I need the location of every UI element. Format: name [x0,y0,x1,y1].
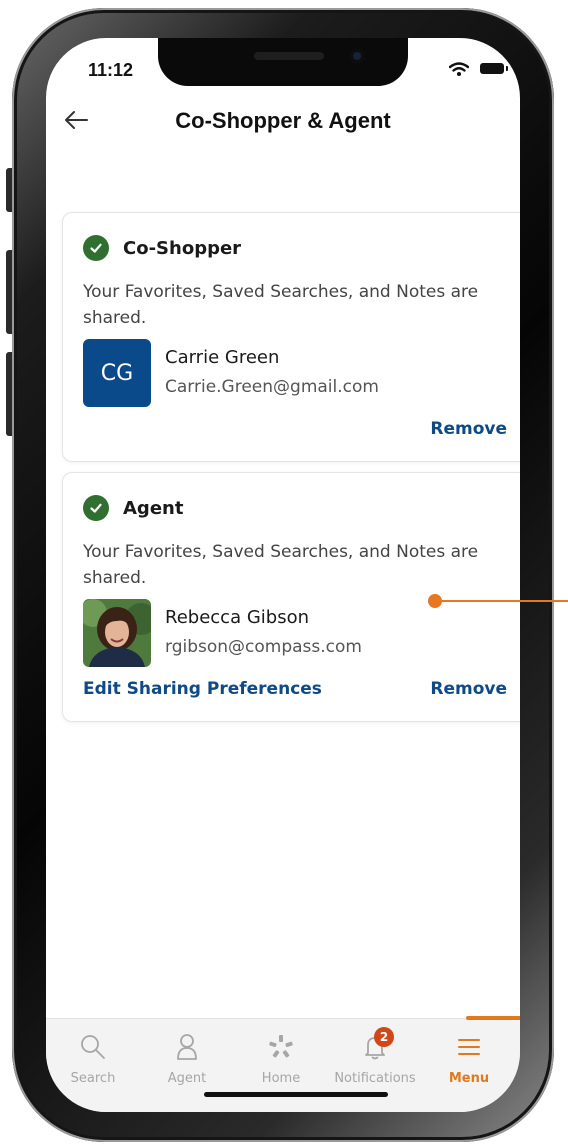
avatar-initials: CG [100,360,134,386]
remove-agent-link[interactable]: Remove [430,679,507,699]
tab-label: Home [261,1071,301,1086]
silent-switch [6,168,12,212]
person-name: Rebecca Gibson [165,607,309,628]
tab-label: Notifications [334,1071,416,1086]
volume-down-button [6,352,12,436]
card-title: Co-Shopper [123,237,242,259]
tab-label: Agent [167,1071,207,1086]
notification-badge: 2 [374,1027,394,1047]
battery-icon [480,63,508,74]
card-title: Agent [123,497,184,519]
co-shopper-card: Co-Shopper Your Favorites, Saved Searche… [62,212,520,462]
avatar: CG [83,339,151,407]
tab-menu[interactable]: Menu [422,1019,516,1109]
status-time: 11:12 [88,60,134,80]
home-logo-icon [269,1035,293,1058]
check-circle-icon [83,235,109,261]
search-icon [81,1035,105,1059]
phone-screen: 11:12 Co-Shopper & Agent Co-Shopper Your… [46,38,520,1112]
card-header: Agent [83,495,183,521]
volume-up-button [6,250,12,334]
edit-sharing-preferences-link[interactable]: Edit Sharing Preferences [83,679,322,699]
tab-label: Menu [448,1071,490,1086]
card-description: Your Favorites, Saved Searches, and Note… [83,282,479,328]
annotation-line [440,600,568,602]
notch [158,38,408,86]
person-email: Carrie.Green@gmail.com [165,377,379,397]
menu-icon [458,1039,480,1055]
tab-search[interactable]: Search [46,1019,140,1109]
tab-bar: Search Agent Home 2 Notifications Menu [46,1016,520,1112]
check-circle-icon [83,495,109,521]
card-description: Your Favorites, Saved Searches, and Note… [83,542,479,588]
page-title: Co-Shopper & Agent [175,108,391,133]
person-email: rgibson@compass.com [165,637,362,657]
person-icon [177,1034,197,1060]
agent-card: Agent Your Favorites, Saved Searches, an… [62,472,520,722]
speaker-grille [254,52,324,60]
home-indicator [204,1092,388,1097]
wifi-icon [449,62,469,76]
card-header: Co-Shopper [83,235,241,261]
agent-photo [83,599,151,667]
tab-label: Search [70,1071,116,1086]
remove-co-shopper-link[interactable]: Remove [430,419,507,439]
front-camera [350,49,364,63]
person-name: Carrie Green [165,347,280,368]
